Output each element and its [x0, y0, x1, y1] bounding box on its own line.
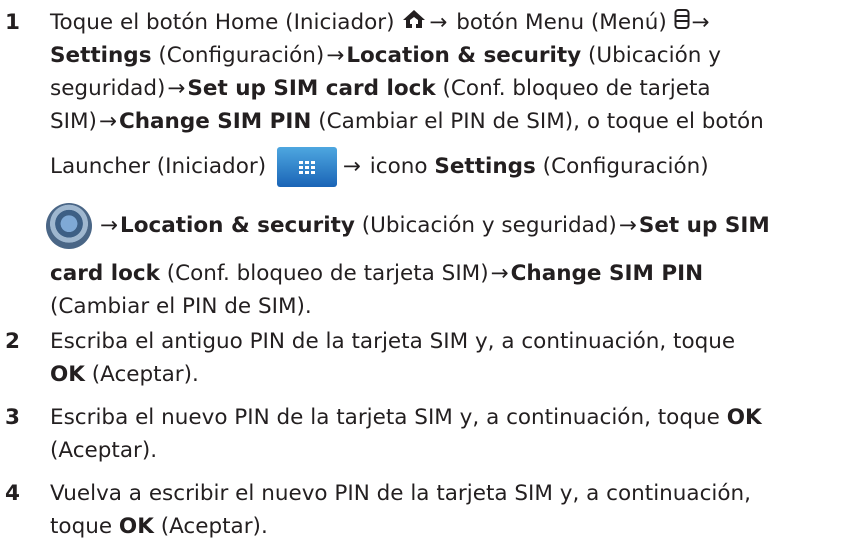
- line: SIM)→Change SIM PIN (Cambiar el PIN de S…: [50, 109, 764, 134]
- line: Escriba el antiguo PIN de la tarjeta SIM…: [50, 329, 736, 354]
- step-text: Vuelva a escribir el nuevo PIN de la tar…: [50, 477, 833, 543]
- line: OK (Aceptar).: [50, 362, 199, 387]
- line: card lock (Conf. bloqueo de tarjeta SIM)…: [50, 261, 704, 286]
- line: Launcher (Iniciador) → icono Settings (C…: [50, 138, 833, 195]
- line: Escriba el nuevo PIN de la tarjeta SIM y…: [50, 405, 762, 430]
- menu-icon: [674, 7, 690, 40]
- step-text: Escriba el antiguo PIN de la tarjeta SIM…: [50, 325, 833, 391]
- line: toque OK (Aceptar).: [50, 514, 268, 539]
- line: (Aceptar).: [50, 438, 158, 463]
- settings-icon: [46, 203, 92, 249]
- step-number: 4: [5, 481, 20, 506]
- step-number: 2: [5, 329, 20, 354]
- launcher-icon: [276, 147, 337, 187]
- step-number: 3: [5, 405, 20, 430]
- line: Vuelva a escribir el nuevo PIN de la tar…: [50, 481, 752, 506]
- step-text: Escriba el nuevo PIN de la tarjeta SIM y…: [50, 401, 833, 467]
- home-icon: [401, 7, 427, 40]
- instructions-page: 1 Toque el botón Home (Iniciador) → botó…: [0, 0, 845, 553]
- step-number: 1: [5, 10, 20, 35]
- line: Settings (Configuración)→Location & secu…: [50, 43, 721, 68]
- line: Toque el botón Home (Iniciador) → botón …: [50, 6, 833, 39]
- step-text: Toque el botón Home (Iniciador) → botón …: [46, 6, 833, 323]
- line: seguridad)→Set up SIM card lock (Conf. b…: [50, 76, 711, 101]
- line: →Location & security (Ubicación y seguri…: [46, 195, 833, 257]
- line: (Cambiar el PIN de SIM).: [50, 294, 312, 319]
